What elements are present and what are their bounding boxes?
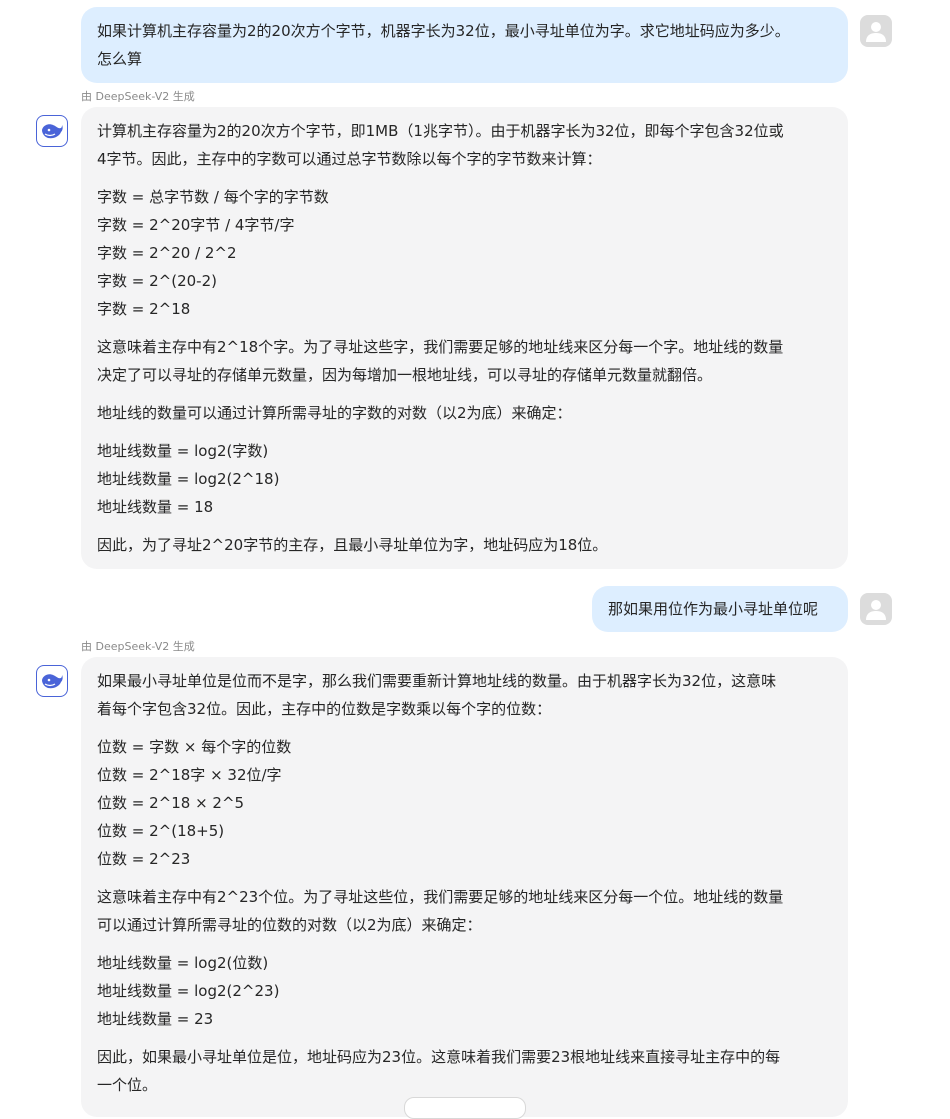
model-tag: 由 DeepSeek-V2 生成 (81, 90, 195, 103)
calc-line: 字数 = 2^20字节 / 4字节/字 (97, 216, 295, 234)
calculation-block: 位数 = 字数 × 每个字的位数 位数 = 2^18字 × 32位/字 位数 =… (97, 733, 832, 873)
user-message-2: 那如果用位作为最小寻址单位呢 (592, 586, 848, 632)
calc-line: 位数 = 2^23 (97, 850, 191, 868)
calc-line: 地址线数量 = log2(位数) (97, 954, 269, 972)
calc-line: 地址线数量 = log2(2^18) (97, 470, 280, 488)
message-text: 那如果用位作为最小寻址单位呢 (608, 600, 819, 618)
calc-line: 字数 = 2^(20-2) (97, 272, 217, 290)
message-text: 如果计算机主存容量为2的20次方个字节，机器字长为32位，最小寻址单位为字。求它… (97, 22, 790, 40)
model-tag: 由 DeepSeek-V2 生成 (81, 640, 195, 653)
message-text: 地址线的数量可以通过计算所需寻址的字数的对数（以2为底）来确定： (97, 404, 572, 422)
message-text: 如果最小寻址单位是位而不是字，那么我们需要重新计算地址线的数量。由于机器字长为3… (97, 672, 777, 690)
deepseek-whale-icon (42, 674, 63, 689)
message-text: 决定了可以寻址的存储单元数量，因为每增加一根地址线，可以寻址的存储单元数量就翻倍… (97, 366, 713, 384)
calculation-block: 字数 = 总字节数 / 每个字的字节数 字数 = 2^20字节 / 4字节/字 … (97, 183, 832, 323)
paragraph: 因此，为了寻址2^20字节的主存，且最小寻址单位为字，地址码应为18位。 (97, 531, 832, 559)
paragraph: 这意味着主存中有2^18个字。为了寻址这些字，我们需要足够的地址线来区分每一个字… (97, 333, 832, 389)
calc-line: 位数 = 字数 × 每个字的位数 (97, 738, 292, 756)
calc-line: 地址线数量 = 18 (97, 498, 214, 516)
user-avatar (860, 593, 892, 625)
message-text: 一个位。 (97, 1076, 158, 1094)
user-avatar (860, 15, 892, 47)
assistant-message-2: 如果最小寻址单位是位而不是字，那么我们需要重新计算地址线的数量。由于机器字长为3… (81, 657, 848, 1117)
bot-avatar (36, 115, 68, 147)
message-text: 怎么算 (97, 50, 143, 68)
calc-line: 字数 = 2^18 (97, 300, 191, 318)
paragraph: 如果最小寻址单位是位而不是字，那么我们需要重新计算地址线的数量。由于机器字长为3… (97, 667, 832, 723)
assistant-message-1: 计算机主存容量为2的20次方个字节，即1MB（1兆字节）。由于机器字长为32位，… (81, 107, 848, 569)
calc-line: 字数 = 总字节数 / 每个字的字节数 (97, 188, 329, 206)
scroll-to-bottom-button[interactable] (404, 1097, 526, 1119)
calc-line: 地址线数量 = log2(字数) (97, 442, 269, 460)
paragraph: 地址线的数量可以通过计算所需寻址的字数的对数（以2为底）来确定： (97, 399, 832, 427)
calc-line: 位数 = 2^18 × 2^5 (97, 794, 245, 812)
message-text: 4字节。因此，主存中的字数可以通过总字节数除以每个字的字节数来计算： (97, 150, 602, 168)
calc-line: 地址线数量 = log2(2^23) (97, 982, 280, 1000)
calculation-block: 地址线数量 = log2(字数) 地址线数量 = log2(2^18) 地址线数… (97, 437, 832, 521)
deepseek-whale-icon (42, 124, 63, 139)
message-text: 因此，如果最小寻址单位是位，地址码应为23位。这意味着我们需要23根地址线来直接… (97, 1048, 781, 1066)
paragraph: 因此，如果最小寻址单位是位，地址码应为23位。这意味着我们需要23根地址线来直接… (97, 1043, 832, 1099)
calc-line: 地址线数量 = 23 (97, 1010, 214, 1028)
message-text: 计算机主存容量为2的20次方个字节，即1MB（1兆字节）。由于机器字长为32位，… (97, 122, 784, 140)
message-text: 因此，为了寻址2^20字节的主存，且最小寻址单位为字，地址码应为18位。 (97, 536, 608, 554)
paragraph: 计算机主存容量为2的20次方个字节，即1MB（1兆字节）。由于机器字长为32位，… (97, 117, 832, 173)
calculation-block: 地址线数量 = log2(位数) 地址线数量 = log2(2^23) 地址线数… (97, 949, 832, 1033)
user-silhouette-icon (866, 22, 886, 42)
message-text: 着每个字包含32位。因此，主存中的位数是字数乘以每个字的位数： (97, 700, 552, 718)
bot-avatar (36, 665, 68, 697)
paragraph: 这意味着主存中有2^23个位。为了寻址这些位，我们需要足够的地址线来区分每一个位… (97, 883, 832, 939)
calc-line: 字数 = 2^20 / 2^2 (97, 244, 237, 262)
calc-line: 位数 = 2^(18+5) (97, 822, 225, 840)
user-silhouette-icon (866, 600, 886, 620)
message-text: 这意味着主存中有2^18个字。为了寻址这些字，我们需要足够的地址线来区分每一个字… (97, 338, 784, 356)
message-text: 这意味着主存中有2^23个位。为了寻址这些位，我们需要足够的地址线来区分每一个位… (97, 888, 784, 906)
user-message-1: 如果计算机主存容量为2的20次方个字节，机器字长为32位，最小寻址单位为字。求它… (81, 7, 848, 83)
message-text: 可以通过计算所需寻址的位数的对数（以2为底）来确定： (97, 916, 482, 934)
calc-line: 位数 = 2^18字 × 32位/字 (97, 766, 282, 784)
